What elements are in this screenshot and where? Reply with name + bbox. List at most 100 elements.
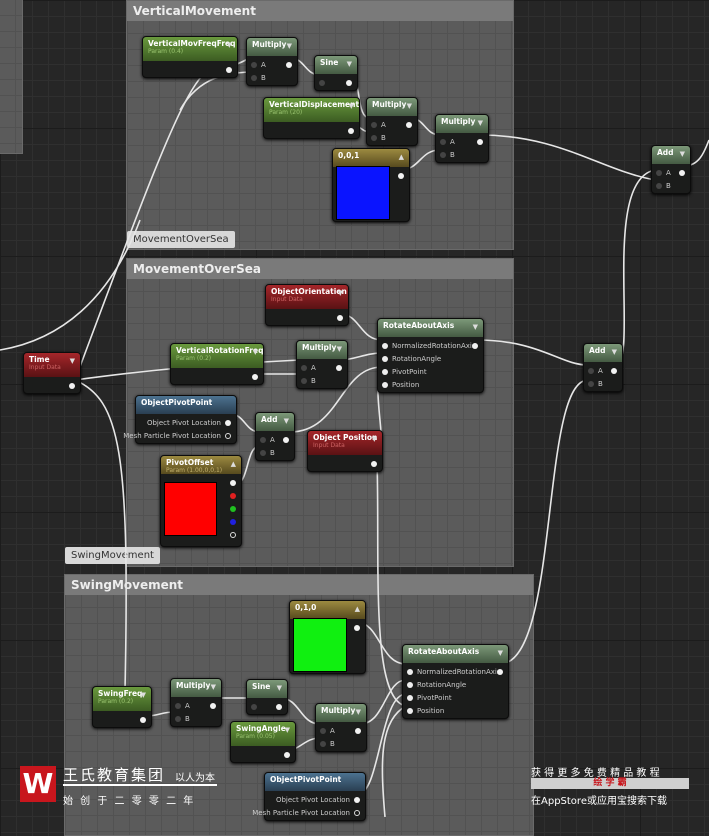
collapse-arrow-icon[interactable]: ▲ — [399, 153, 404, 161]
collapse-arrow-icon[interactable]: ▲ — [231, 460, 236, 468]
expand-arrow-icon[interactable]: ▼ — [277, 684, 282, 692]
node-pivotoffset[interactable]: PivotOffset Param (1.00,0,0,1) ▲ — [160, 455, 242, 547]
node-objectpivotpoint[interactable]: ObjectPivotPoint Object Pivot Location Mes… — [252, 772, 366, 821]
node-0-1-0[interactable]: 0,1,0 ▲ — [289, 600, 366, 674]
node-header[interactable]: Multiply ▼ — [171, 679, 221, 697]
expand-arrow-icon[interactable]: ▼ — [478, 119, 483, 127]
node-add[interactable]: Add ▼ A B — [583, 343, 623, 392]
node-header[interactable]: Object Position Input Data ▼ — [308, 431, 382, 455]
node-header[interactable]: SwingFreq Param (0.2) ▼ — [93, 687, 151, 711]
output-pin[interactable] — [210, 703, 216, 709]
input-pin[interactable] — [371, 135, 377, 141]
node-verticalrotationfreq[interactable]: VerticalRotationFreq Param (0.2) ▼ — [170, 343, 264, 385]
output-pin[interactable] — [230, 519, 236, 525]
input-pin[interactable] — [251, 704, 257, 710]
expand-arrow-icon[interactable]: ▼ — [338, 289, 343, 297]
node-header[interactable]: ObjectPivotPoint — [265, 773, 365, 791]
collapse-arrow-icon[interactable]: ▲ — [355, 605, 360, 613]
node-0-0-1[interactable]: 0,0,1 ▲ — [332, 148, 410, 222]
output-pin[interactable] — [348, 128, 354, 134]
output-pin[interactable] — [371, 461, 377, 467]
output-pin[interactable] — [283, 437, 289, 443]
expand-arrow-icon[interactable]: ▼ — [284, 417, 289, 425]
node-header[interactable]: SwingAngle Param (0.05) ▼ — [231, 722, 295, 746]
expand-arrow-icon[interactable]: ▼ — [285, 726, 290, 734]
node-multiply[interactable]: Multiply ▼ A B — [435, 114, 489, 163]
output-pin[interactable] — [230, 493, 236, 499]
input-pin[interactable] — [251, 62, 257, 68]
expand-arrow-icon[interactable]: ▼ — [498, 649, 503, 657]
input-pin[interactable] — [407, 669, 413, 675]
node-swingangle[interactable]: SwingAngle Param (0.05) ▼ — [230, 721, 296, 763]
expand-arrow-icon[interactable]: ▼ — [372, 435, 377, 443]
expand-arrow-icon[interactable]: ▼ — [253, 348, 258, 356]
node-sine[interactable]: Sine ▼ — [246, 679, 288, 715]
node-header[interactable]: VerticalMovFreqFreq Param (0.4) ▼ — [143, 37, 237, 61]
input-pin[interactable] — [656, 170, 662, 176]
expand-arrow-icon[interactable]: ▼ — [680, 150, 685, 158]
input-pin[interactable] — [407, 682, 413, 688]
output-pin[interactable] — [337, 315, 343, 321]
node-header[interactable]: ObjectOrientation Input Data ▼ — [266, 285, 348, 309]
node-header[interactable]: Add ▼ — [652, 146, 690, 164]
output-pin[interactable] — [611, 368, 617, 374]
node-swingfreq[interactable]: SwingFreq Param (0.2) ▼ — [92, 686, 152, 728]
node-header[interactable]: Multiply ▼ — [436, 115, 488, 133]
input-pin[interactable] — [407, 695, 413, 701]
node-header[interactable]: 0,0,1 ▲ — [333, 149, 409, 167]
input-pin[interactable] — [260, 437, 266, 443]
expand-arrow-icon[interactable]: ▼ — [347, 60, 352, 68]
output-pin[interactable] — [477, 139, 483, 145]
output-pin[interactable] — [472, 343, 478, 349]
output-pin[interactable] — [140, 717, 146, 723]
node-header[interactable]: VerticalRotationFreq Param (0.2) ▼ — [171, 344, 263, 368]
input-pin[interactable] — [260, 450, 266, 456]
output-pin[interactable] — [354, 797, 360, 803]
output-pin[interactable] — [354, 625, 360, 631]
input-pin[interactable] — [320, 741, 326, 747]
node-sine[interactable]: Sine ▼ — [314, 55, 358, 91]
expand-arrow-icon[interactable]: ▼ — [407, 102, 412, 110]
expand-arrow-icon[interactable]: ▼ — [349, 102, 354, 110]
input-pin[interactable] — [382, 382, 388, 388]
node-header[interactable]: Multiply ▼ — [297, 341, 347, 359]
node-header[interactable]: 0,1,0 ▲ — [290, 601, 365, 619]
node-header[interactable]: Sine ▼ — [315, 56, 357, 74]
node-multiply[interactable]: Multiply ▼ A B — [170, 678, 222, 727]
node-multiply[interactable]: Multiply ▼ A B — [366, 97, 418, 146]
node-objectorientation[interactable]: ObjectOrientation Input Data ▼ — [265, 284, 349, 326]
output-pin[interactable] — [252, 374, 258, 380]
node-multiply[interactable]: Multiply ▼ A B — [246, 37, 298, 86]
output-pin[interactable] — [230, 480, 236, 486]
input-pin[interactable] — [382, 343, 388, 349]
input-pin[interactable] — [440, 139, 446, 145]
comment-bubble-swing-movement[interactable]: SwingMovement — [65, 547, 160, 564]
expand-arrow-icon[interactable]: ▼ — [356, 708, 361, 716]
node-header[interactable]: Time Input Data ▼ — [24, 353, 80, 377]
output-pin[interactable] — [69, 383, 75, 389]
input-pin[interactable] — [175, 716, 181, 722]
input-pin[interactable] — [588, 381, 594, 387]
input-pin[interactable] — [407, 708, 413, 714]
node-header[interactable]: VerticalDisplacement Param (20) ▼ — [264, 98, 359, 122]
node-verticalmovfreqfreq[interactable]: VerticalMovFreqFreq Param (0.4) ▼ — [142, 36, 238, 78]
input-pin[interactable] — [656, 183, 662, 189]
output-pin[interactable] — [406, 122, 412, 128]
output-pin[interactable] — [230, 506, 236, 512]
input-pin[interactable] — [382, 356, 388, 362]
output-pin[interactable] — [354, 810, 360, 816]
output-pin[interactable] — [226, 67, 232, 73]
input-pin[interactable] — [371, 122, 377, 128]
node-header[interactable]: Multiply ▼ — [316, 704, 366, 722]
node-header[interactable]: RotateAboutAxis ▼ — [378, 319, 483, 337]
node-header[interactable]: Multiply ▼ — [247, 38, 297, 56]
node-header[interactable]: Add ▼ — [256, 413, 294, 431]
node-objectpivotpoint[interactable]: ObjectPivotPoint Object Pivot Location Mes… — [123, 395, 237, 444]
expand-arrow-icon[interactable]: ▼ — [473, 323, 478, 331]
output-pin[interactable] — [679, 170, 685, 176]
output-pin[interactable] — [276, 704, 282, 710]
node-rotateaboutaxis[interactable]: RotateAboutAxis ▼ NormalizedRotationAxis Ro… — [377, 318, 484, 393]
comment-bubble-movement-over-sea[interactable]: MovementOverSea — [127, 231, 235, 248]
input-pin[interactable] — [301, 378, 307, 384]
output-pin[interactable] — [230, 532, 236, 538]
